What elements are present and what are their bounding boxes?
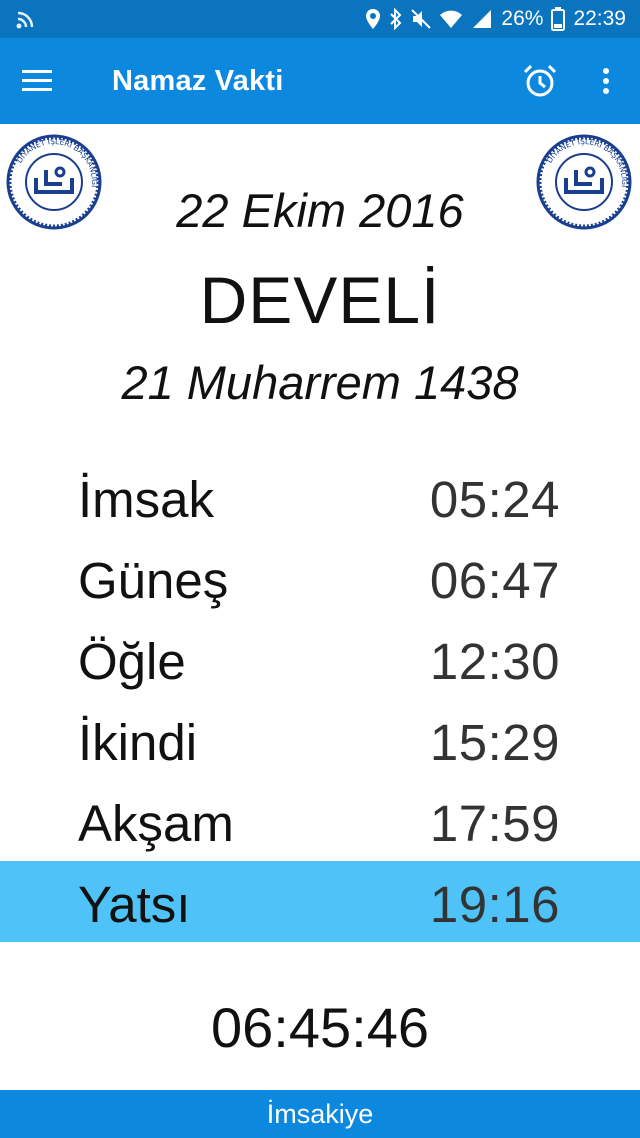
wireless-signal-icon xyxy=(14,7,38,31)
prayer-name: Akşam xyxy=(78,795,234,852)
location-icon xyxy=(366,9,381,29)
status-icons: 26% 22:39 xyxy=(365,0,626,38)
battery-percentage: 26% xyxy=(501,7,544,30)
prayer-row-yatsi: Yatsı 19:16 xyxy=(0,861,640,942)
bluetooth-icon xyxy=(390,8,402,30)
wifi-icon xyxy=(440,10,463,28)
prayer-name: Öğle xyxy=(78,633,186,690)
prayer-name: İkindi xyxy=(78,714,198,771)
prayer-times-list: İmsak 05:24 Güneş 06:47 Öğle 12:30 İkind… xyxy=(0,456,640,942)
prayer-row-aksam: Akşam 17:59 xyxy=(0,780,640,861)
prayer-time: 19:16 xyxy=(429,876,560,933)
prayer-row-gunes: Güneş 06:47 xyxy=(0,537,640,618)
prayer-time: 17:59 xyxy=(429,795,560,852)
mute-icon xyxy=(411,9,432,29)
status-time: 22:39 xyxy=(573,7,626,30)
app-title: Namaz Vakti xyxy=(112,65,284,97)
prayer-name: Yatsı xyxy=(78,876,191,933)
prayer-row-ikindi: İkindi 15:29 xyxy=(0,699,640,780)
prayer-name: Güneş xyxy=(78,552,229,609)
countdown-timer: 06:45:46 xyxy=(211,996,429,1059)
gregorian-date: 22 Ekim 2016 xyxy=(176,184,464,237)
battery-icon xyxy=(551,7,566,31)
city-name[interactable]: DEVELİ xyxy=(0,262,640,338)
more-options-icon[interactable] xyxy=(596,66,616,98)
prayer-row-ogle: Öğle 12:30 xyxy=(0,618,640,699)
prayer-time: 05:24 xyxy=(429,471,560,528)
prayer-time: 06:47 xyxy=(429,552,560,609)
prayer-row-imsak: İmsak 05:24 xyxy=(0,456,640,537)
prayer-time: 15:29 xyxy=(429,714,560,771)
menu-icon[interactable] xyxy=(22,68,54,94)
prayer-name: İmsak xyxy=(78,471,215,528)
hijri-date: 21 Muharrem 1438 xyxy=(121,356,519,409)
alarm-icon[interactable] xyxy=(522,63,558,99)
status-bar: 26% 22:39 xyxy=(0,0,640,38)
app-bar: Namaz Vakti xyxy=(0,38,640,124)
cell-signal-icon xyxy=(473,10,492,28)
imsakiye-button[interactable]: İmsakiye xyxy=(0,1090,640,1138)
prayer-time: 12:30 xyxy=(429,633,560,690)
